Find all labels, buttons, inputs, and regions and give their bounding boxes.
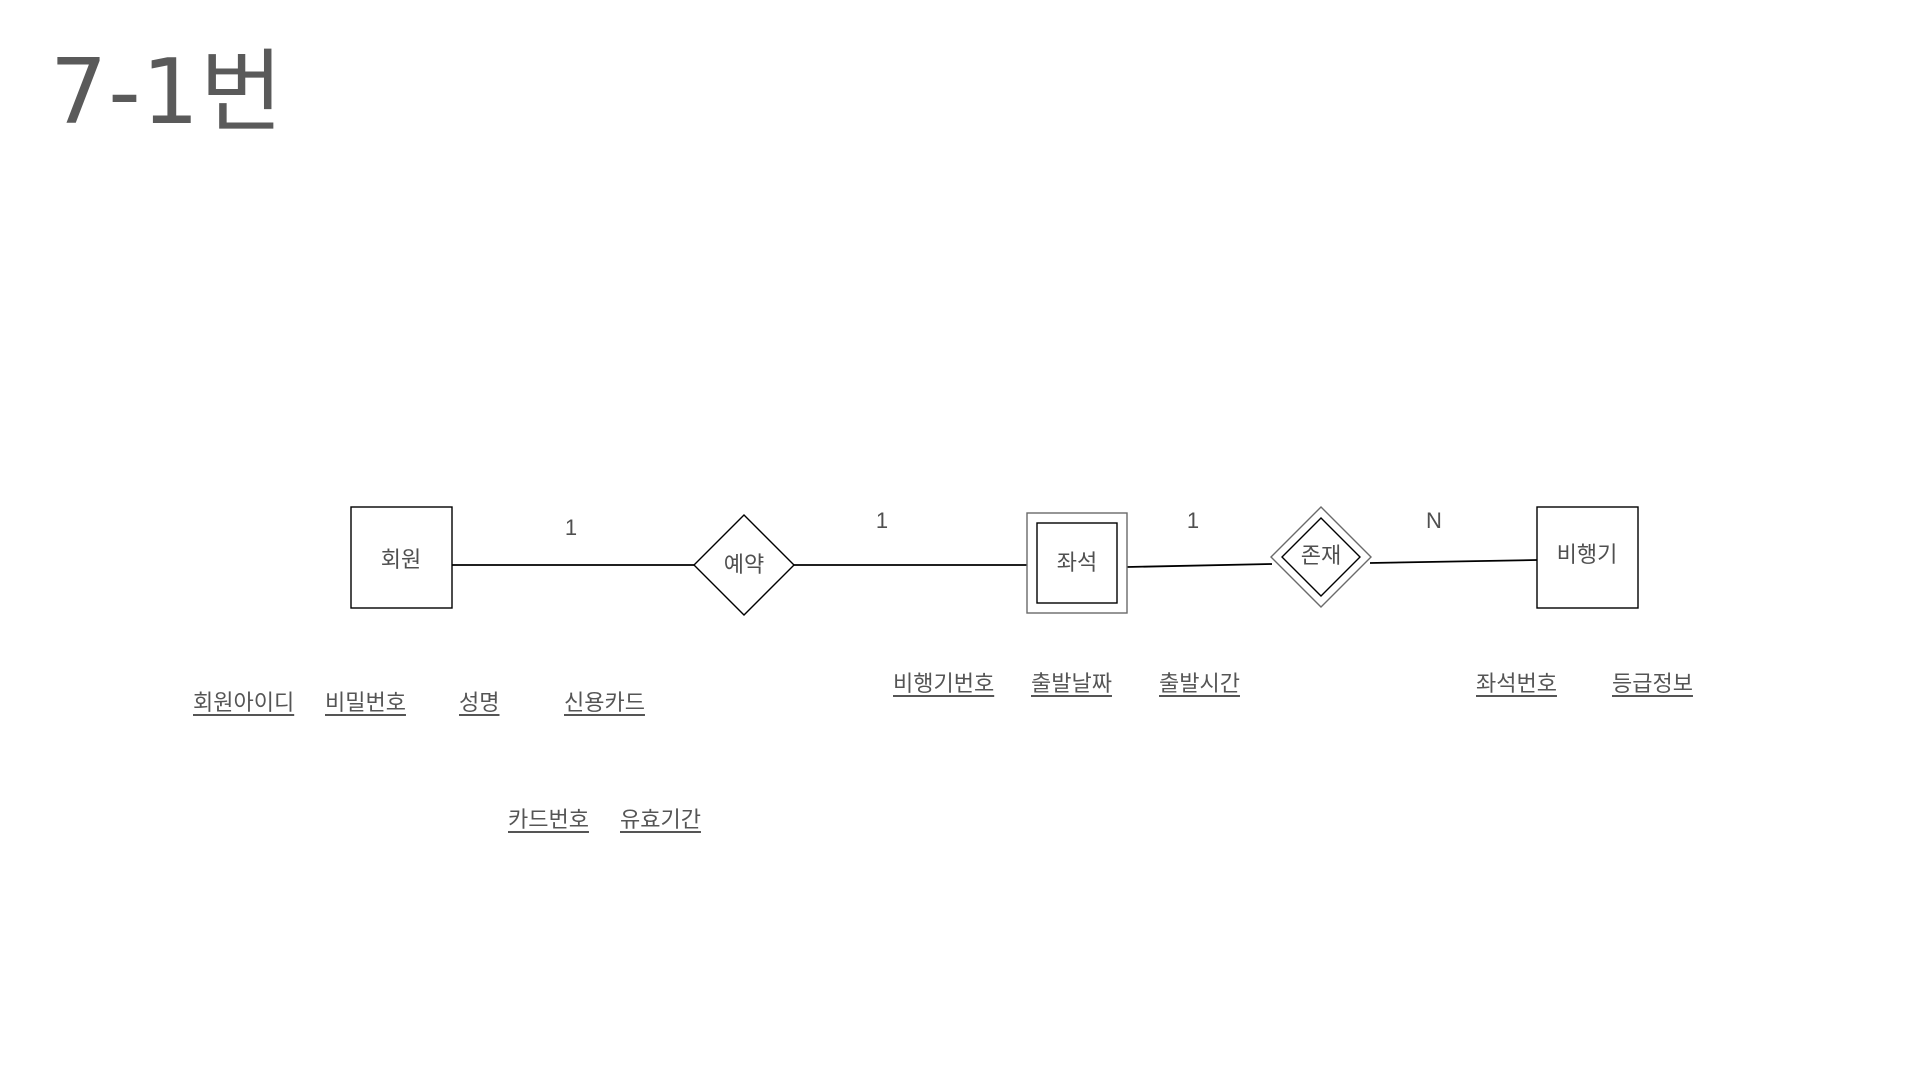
relationship-reservation[interactable]: 예약: [693, 514, 795, 616]
connector-existence-airplane: [1369, 559, 1538, 564]
cardinality-reservation-seat: 1: [876, 508, 888, 533]
attribute-member-id: 회원아이디: [193, 691, 295, 716]
cardinality-member-reservation: 1: [565, 515, 577, 540]
er-diagram: 회원 예약 좌석 존재 비행기 1 1 1 N: [350, 506, 1639, 616]
attribute-member-password: 비밀번호: [325, 691, 406, 716]
attribute-member-credit-card: 신용카드: [564, 691, 645, 716]
attribute-seat-flight-number: 비행기번호: [893, 672, 995, 697]
entity-airplane-label: 비행기: [1557, 543, 1618, 568]
entity-seat[interactable]: 좌석: [1026, 512, 1128, 614]
cardinality-seat-existence: 1: [1187, 508, 1199, 533]
connector-seat-existence: [1126, 563, 1273, 568]
relationship-existence-label: 존재: [1301, 544, 1341, 569]
attribute-card-number: 카드번호: [508, 808, 589, 833]
attribute-card-expiry: 유효기간: [620, 808, 701, 833]
attribute-airplane-seat-number: 좌석번호: [1476, 672, 1557, 697]
attribute-member-name: 성명: [459, 691, 500, 716]
attribute-seat-departure-date: 출발날짜: [1031, 672, 1112, 697]
relationship-reservation-label: 예약: [724, 553, 764, 578]
entity-seat-label: 좌석: [1057, 551, 1097, 576]
entity-member-label: 회원: [381, 548, 421, 573]
relationship-existence[interactable]: 존재: [1270, 506, 1372, 608]
attribute-seat-departure-time: 출발시간: [1159, 672, 1240, 697]
cardinality-existence-airplane: N: [1426, 508, 1442, 533]
entity-airplane[interactable]: 비행기: [1536, 506, 1639, 609]
attribute-airplane-grade-info: 등급정보: [1612, 672, 1693, 697]
entity-member[interactable]: 회원: [350, 506, 453, 609]
